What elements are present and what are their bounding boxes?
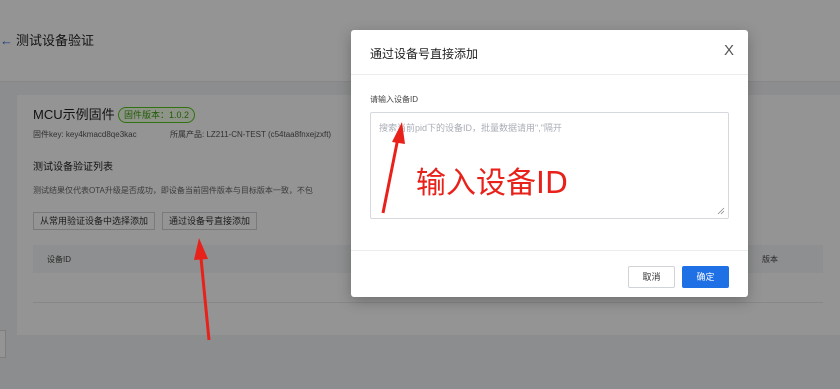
confirm-button[interactable]: 确定 [682, 266, 729, 288]
modal-header-divider [351, 74, 748, 75]
annotation-text: 输入设备ID [416, 166, 568, 201]
modal-title: 通过设备号直接添加 [370, 47, 479, 61]
cancel-button[interactable]: 取消 [628, 266, 675, 288]
modal-footer-divider [351, 250, 748, 251]
close-icon[interactable]: X [721, 43, 737, 59]
resize-handle-icon[interactable] [717, 207, 725, 215]
add-device-modal: 通过设备号直接添加 X 请输入设备ID 取消 确定 [351, 30, 748, 297]
device-id-label: 请输入设备ID [370, 95, 418, 104]
